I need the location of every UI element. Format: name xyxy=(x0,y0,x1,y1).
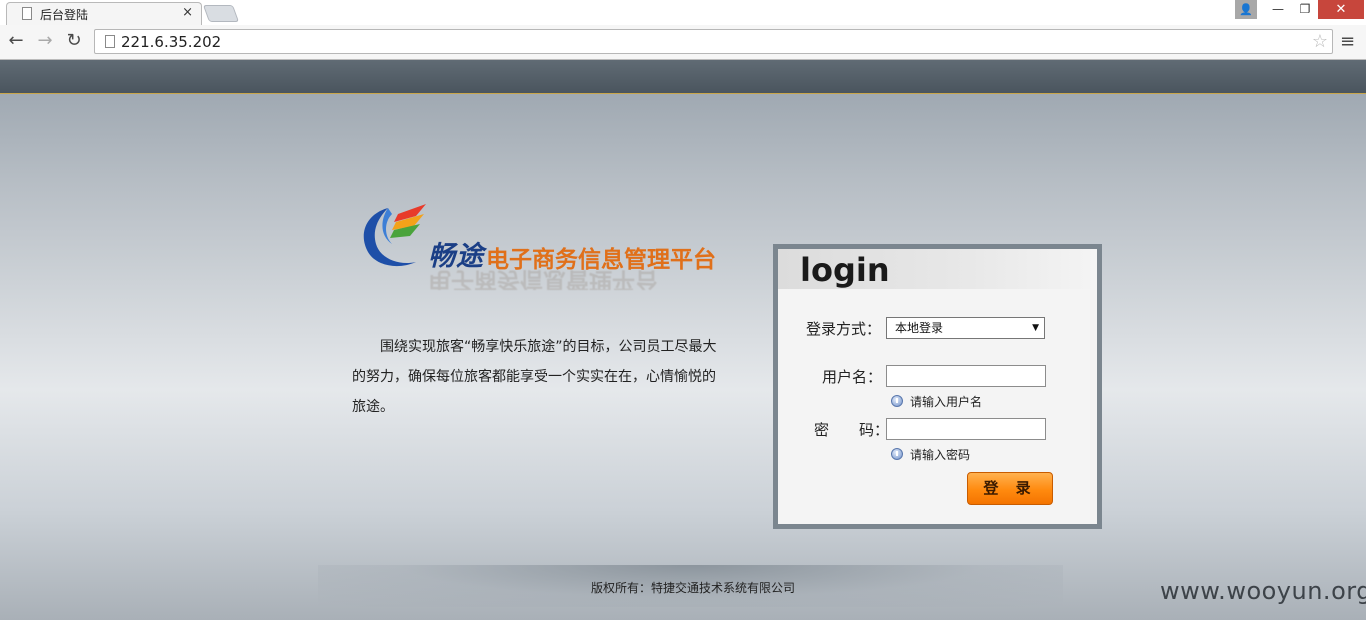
browser-toolbar: ← → ↻ 221.6.35.202 ☆ ≡ xyxy=(0,25,1366,60)
restore-icon[interactable]: ❐ xyxy=(1291,0,1319,19)
browser-tab[interactable]: 后台登陆 × xyxy=(6,2,202,25)
dropdown-arrow-icon: ▼ xyxy=(1032,323,1039,333)
login-button[interactable]: 登 录 xyxy=(967,472,1053,505)
reload-icon[interactable]: ↻ xyxy=(63,30,85,52)
login-method-value: 本地登录 xyxy=(895,321,944,335)
info-icon xyxy=(891,395,903,407)
logo-reflection: 电子商务信息管理平台 xyxy=(428,266,720,290)
logo-icon xyxy=(363,204,426,267)
close-window-icon[interactable]: ✕ xyxy=(1318,0,1364,19)
login-method-label: 登录方式： xyxy=(806,320,882,338)
new-tab-button[interactable] xyxy=(202,5,240,22)
page-icon xyxy=(105,35,115,48)
logo-reflection-text: 电子商务信息管理平台 xyxy=(428,267,658,290)
username-label: 用户名： xyxy=(822,368,883,386)
login-title: login xyxy=(800,251,890,289)
forward-icon[interactable]: → xyxy=(34,30,56,52)
login-form: login 登录方式： 本地登录 ▼ 用户名： 请输入用户名 密 码： 请输入密… xyxy=(778,249,1097,524)
password-hint: 请输入密码 xyxy=(910,448,971,462)
url-text[interactable]: 221.6.35.202 xyxy=(121,33,221,51)
header-band xyxy=(0,60,1366,94)
username-input[interactable] xyxy=(886,365,1046,387)
back-icon[interactable]: ← xyxy=(5,30,27,52)
password-label: 密 码： xyxy=(814,421,890,439)
login-header: login xyxy=(778,249,1097,289)
browser-menu-icon[interactable]: ≡ xyxy=(1340,31,1355,52)
intro-paragraph: 围绕实现旅客“畅享快乐旅途”的目标，公司员工尽最大的努力，确保每位旅客都能享受一… xyxy=(352,339,717,415)
watermark-text: www.wooyun.org xyxy=(1160,577,1366,605)
browser-titlebar: 后台登陆 × 👤 — ❐ ✕ xyxy=(0,0,1366,25)
page-icon xyxy=(22,7,32,20)
info-icon xyxy=(891,448,903,460)
tab-close-icon[interactable]: × xyxy=(182,5,193,20)
password-input[interactable] xyxy=(886,418,1046,440)
user-profile-icon[interactable]: 👤 xyxy=(1235,0,1257,19)
minimize-icon[interactable]: — xyxy=(1264,0,1292,19)
address-bar[interactable]: 221.6.35.202 ☆ xyxy=(94,29,1333,54)
login-panel: login 登录方式： 本地登录 ▼ 用户名： 请输入用户名 密 码： 请输入密… xyxy=(773,244,1102,529)
tab-title: 后台登陆 xyxy=(40,8,89,22)
page-body: 畅途 电子商务信息管理平台 电子商务信息管理平台 围绕实现旅客“畅享快乐旅途”的… xyxy=(0,60,1366,620)
copyright-text: 版权所有：特捷交通技术系统有限公司 xyxy=(591,581,796,595)
login-method-select[interactable]: 本地登录 ▼ xyxy=(886,317,1045,339)
bookmark-star-icon[interactable]: ☆ xyxy=(1312,31,1328,52)
username-hint: 请输入用户名 xyxy=(910,395,983,409)
